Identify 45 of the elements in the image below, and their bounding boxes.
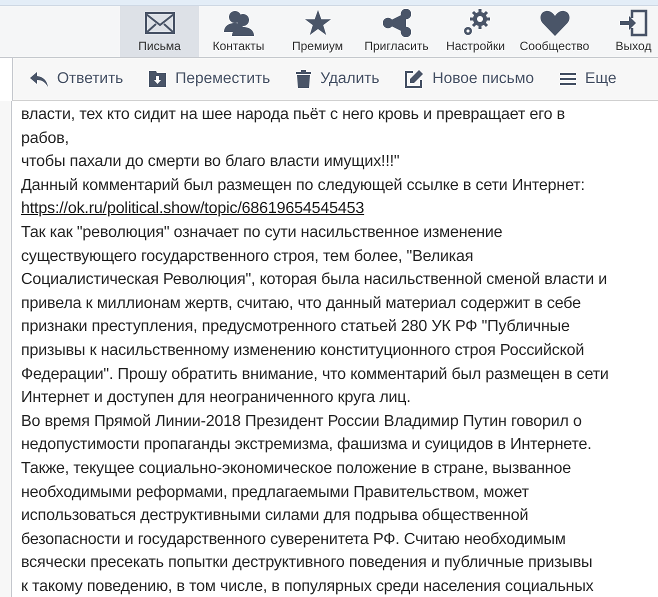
toolbar-button[interactable]: Ответить [30, 70, 124, 88]
message-text-line: признаки преступления, предусмотренного статьей 280 УК РФ "Публичные [21, 317, 571, 338]
message-text-line: Данный комментарий был размещен по следующей ссылке в сети Интернет: [21, 176, 586, 196]
message-text-line: Во время Прямой Линии-2018 Президент России Владимир Путин говорил о [21, 412, 583, 432]
message-text-line: привела к миллионам жертв, считаю, что данный материал содержит в себе [21, 294, 582, 314]
message-text-line: к такому поведению, в том числе, в популярных среди населения социальных [21, 576, 595, 597]
message-text-line: рабов, [21, 128, 70, 149]
message-link[interactable]: https://ok.ru/political.show/topic/68619654545453 [21, 197, 364, 221]
message-text-line: чтобы пахали до смерти во благо власти имущих!!!" [21, 152, 400, 172]
edit-icon [405, 70, 424, 88]
message-text-line: Интернет и доступен для неограниченного круга лиц. [21, 388, 412, 408]
toolbar-button[interactable]: Новое письмо [405, 70, 534, 88]
message-text-line: существующего государственного строя, тем более, "Великая [21, 246, 474, 267]
trash-icon [296, 70, 312, 88]
reply-icon [30, 72, 48, 86]
message-text-line: призывы к насильственному изменению конституционного строя Российской [21, 340, 586, 361]
heart-icon [540, 10, 570, 36]
star-icon [304, 10, 332, 36]
nav-tab[interactable]: Выход [594, 6, 658, 57]
gears-icon [462, 9, 490, 37]
nav-tab[interactable]: Сообщество [515, 6, 594, 57]
message-text-line: всячески пресекать попытки деструктивного поведения и публичные призывы [21, 553, 594, 574]
nav-tab[interactable]: Пригласить [357, 6, 436, 57]
nav-tab[interactable]: Премиум [278, 6, 357, 57]
envelope-icon [144, 12, 174, 34]
exit-icon [620, 9, 648, 37]
share-icon [382, 9, 410, 37]
message-text-line: необходимыми реформами, предлагаемыми Правительством, может [21, 482, 530, 502]
message-text-line: безопасности и государственного суверенитета РФ. Считаю необходимым [21, 530, 567, 550]
message-text-line: Социалистическая Революция", которая была насильственной сменой власти и [21, 270, 608, 290]
nav-tab[interactable]: Контакты [199, 6, 278, 57]
message-text-line: Также, текущее социально-экономическое положение в стране, вызванное [21, 458, 572, 479]
message-text-line: недопустимости пропаганды экстремизма, фашизма и суицидов в Интернете. [21, 435, 593, 456]
message-text-line: власти, тех кто сидит на шее народа пьёт с него кровь и превращает его в [21, 105, 566, 125]
toolbar-button[interactable]: Переместить [149, 70, 270, 88]
nav-tab[interactable]: Письма [120, 6, 199, 57]
message-text-line: Федерации". Прошу обратить внимание, что комментарий был размещен в сети [21, 364, 609, 385]
menu-icon [560, 72, 576, 86]
message-text-line: использоваться деструктивными силами для подрыва общественной [21, 506, 530, 526]
toolbar-button[interactable]: Удалить [296, 70, 380, 88]
archive-box-icon [149, 71, 166, 87]
nav-tab[interactable]: Настройки [436, 6, 515, 57]
toolbar-button[interactable]: Еще [560, 70, 617, 88]
contacts-icon [224, 10, 254, 36]
message-text-line: Так как "революция" означает по сути насильственное изменение [21, 222, 504, 243]
